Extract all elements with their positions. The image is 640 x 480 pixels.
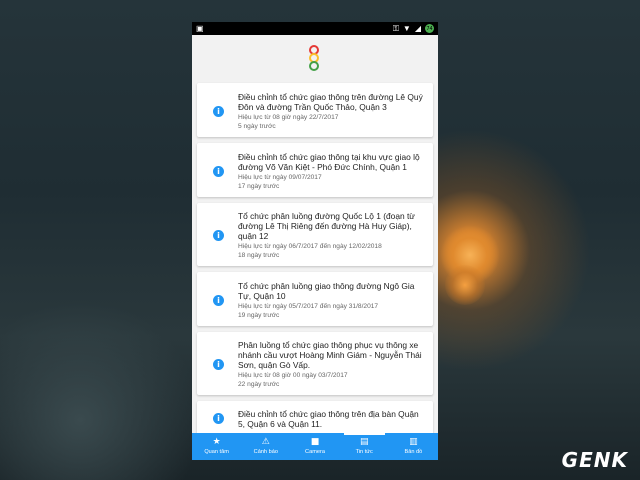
nav-label: Bản đồ [404, 449, 423, 455]
news-effective-date: Hiệu lực từ ngày 06/7/2017 đến ngày 12/0… [238, 243, 382, 250]
nav-label: Quan tâm [204, 449, 229, 455]
star-icon: ★ [212, 437, 221, 447]
news-title: Điều chỉnh tổ chức giao thông tại khu vự… [238, 151, 420, 172]
news-effective-date: Hiệu lực từ 08 giờ ngày 22/7/2017 [238, 113, 339, 121]
bottom-navigation: ★ Quan tâm ⚠ Cảnh báo ■ Camera ▤ Tin tức… [192, 433, 438, 460]
warning-icon: ⚠ [261, 437, 270, 447]
signal-icon: ◢ [414, 23, 421, 33]
nav-label: Camera [305, 449, 325, 455]
news-age: 5 ngày trước [238, 122, 276, 130]
news-title: Điều chỉnh tổ chức giao thông trên đường… [238, 91, 423, 112]
news-icon: ▤ [359, 437, 369, 447]
nav-label: Tin tức [355, 449, 373, 455]
info-icon: i [213, 105, 224, 117]
nav-favorites[interactable]: ★ Quan tâm [192, 433, 241, 460]
info-icon: i [213, 294, 224, 306]
news-list: i Điều chỉnh tổ chức giao thông trên đườ… [192, 83, 438, 441]
news-title: Phân luồng tổ chức giao thông phục vụ th… [238, 340, 422, 370]
news-age: 19 ngày trước [238, 311, 280, 319]
news-item[interactable]: i Tổ chức phân luồng giao thông đường Ng… [197, 272, 433, 326]
info-icon: i [213, 413, 224, 424]
news-title: Điều chỉnh tổ chức giao thông trên địa b… [238, 409, 419, 429]
genk-watermark: GENK [561, 448, 628, 472]
app-header [192, 35, 438, 83]
nav-label: Cảnh báo [253, 449, 278, 455]
news-item[interactable]: i Tổ chức phân luồng đường Quốc Lộ 1 (đo… [197, 203, 433, 266]
camera-icon: ■ [310, 437, 320, 447]
nav-warnings[interactable]: ⚠ Cảnh báo [241, 433, 290, 460]
nav-map[interactable]: ▥ Bản đồ [389, 433, 438, 460]
news-age: 22 ngày trước [238, 381, 280, 388]
news-effective-date: Hiệu lực từ ngày 05/7/2017 đến ngày 31/8… [238, 302, 379, 310]
gallery-notification-icon: ▣ [196, 23, 204, 33]
wifi-icon: ▼ [402, 23, 411, 33]
news-effective-date: Hiệu lực từ ngày 09/07/2017 [238, 173, 322, 181]
news-title: Tổ chức phân luồng giao thông đường Ngô … [238, 280, 415, 301]
news-item[interactable]: i Điều chỉnh tổ chức giao thông trên đườ… [197, 83, 433, 137]
nav-camera[interactable]: ■ Camera [290, 433, 339, 460]
news-title: Tổ chức phân luồng đường Quốc Lộ 1 (đoạn… [238, 211, 415, 241]
phone-screen: ▣ ⚿ ▼ ◢ 74 i Điều chỉnh tổ chức giao thô… [192, 22, 438, 460]
traffic-light-logo-icon [309, 45, 321, 73]
news-age: 18 ngày trước [238, 252, 280, 259]
news-item[interactable]: i Điều chỉnh tổ chức giao thông tại khu … [197, 143, 433, 197]
vpn-key-icon: ⚿ [392, 23, 399, 33]
map-icon: ▥ [409, 437, 418, 447]
news-effective-date: Hiệu lực từ 08 giờ 00 ngày 03/7/2017 [238, 372, 348, 379]
news-age: 17 ngày trước [238, 182, 280, 190]
status-bar: ▣ ⚿ ▼ ◢ 74 [192, 22, 438, 35]
info-icon: i [213, 230, 224, 241]
info-icon: i [213, 165, 224, 177]
news-item[interactable]: i Phân luồng tổ chức giao thông phục vụ … [197, 332, 433, 395]
info-icon: i [213, 359, 224, 370]
battery-icon: 74 [425, 24, 434, 33]
nav-news[interactable]: ▤ Tin tức [340, 433, 389, 460]
